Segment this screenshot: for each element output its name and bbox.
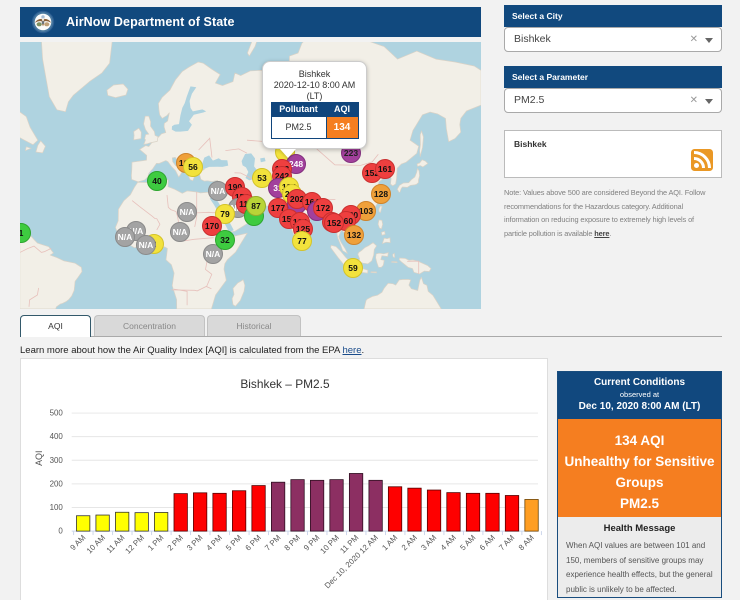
svg-text:79: 79 <box>220 209 230 219</box>
svg-text:59: 59 <box>348 263 358 273</box>
svg-text:500: 500 <box>50 409 64 418</box>
svg-text:400: 400 <box>50 432 64 441</box>
svg-text:2 AM: 2 AM <box>400 533 419 552</box>
svg-text:10 PM: 10 PM <box>318 533 341 556</box>
svg-text:N/A: N/A <box>206 249 221 259</box>
svg-text:53: 53 <box>257 173 267 183</box>
svg-text:N/A: N/A <box>180 207 195 217</box>
svg-text:1 AM: 1 AM <box>380 533 399 552</box>
svg-text:128: 128 <box>374 189 388 199</box>
svg-text:4 AM: 4 AM <box>439 533 458 552</box>
svg-text:172: 172 <box>316 203 330 213</box>
svg-text:56: 56 <box>188 162 198 172</box>
svg-text:3 AM: 3 AM <box>419 533 438 552</box>
svg-text:N/A: N/A <box>139 240 154 250</box>
svg-text:40: 40 <box>152 176 162 186</box>
svg-text:N/A: N/A <box>118 232 133 242</box>
svg-text:223: 223 <box>344 148 358 158</box>
svg-text:6 AM: 6 AM <box>478 533 497 552</box>
svg-text:1: 1 <box>20 228 24 238</box>
svg-text:100: 100 <box>50 503 64 512</box>
svg-text:2 PM: 2 PM <box>166 533 185 552</box>
svg-text:Bishkek – PM2.5: Bishkek – PM2.5 <box>240 377 330 391</box>
svg-text:1 PM: 1 PM <box>146 533 165 552</box>
svg-text:10 AM: 10 AM <box>85 533 107 555</box>
svg-text:200: 200 <box>50 479 64 488</box>
svg-text:4 PM: 4 PM <box>205 533 224 552</box>
svg-text:161: 161 <box>378 164 392 174</box>
svg-text:N/A: N/A <box>211 186 226 196</box>
svg-text:32: 32 <box>220 235 230 245</box>
svg-text:3 PM: 3 PM <box>185 533 204 552</box>
svg-text:7 AM: 7 AM <box>497 533 516 552</box>
svg-text:11 AM: 11 AM <box>105 533 127 555</box>
svg-text:77: 77 <box>297 236 307 246</box>
svg-text:152: 152 <box>327 218 341 228</box>
svg-text:6 PM: 6 PM <box>244 533 263 552</box>
svg-text:87: 87 <box>251 201 261 211</box>
svg-text:N/A: N/A <box>173 227 188 237</box>
svg-text:AQI: AQI <box>34 451 44 466</box>
svg-text:132: 132 <box>347 230 361 240</box>
svg-text:12 PM: 12 PM <box>123 533 146 556</box>
svg-text:7 PM: 7 PM <box>263 533 282 552</box>
svg-text:300: 300 <box>50 456 64 465</box>
svg-text:170: 170 <box>205 221 219 231</box>
svg-text:5 PM: 5 PM <box>224 533 243 552</box>
svg-text:8 PM: 8 PM <box>283 533 302 552</box>
svg-text:8 AM: 8 AM <box>517 533 536 552</box>
svg-text:0: 0 <box>58 527 63 536</box>
svg-text:103: 103 <box>359 206 373 216</box>
svg-text:5 AM: 5 AM <box>458 533 477 552</box>
